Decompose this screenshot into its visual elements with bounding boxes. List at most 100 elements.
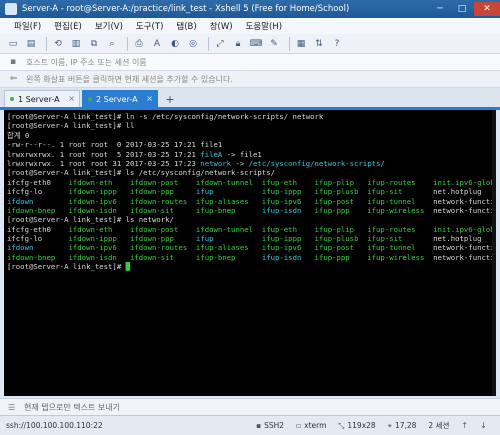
terminal-type-label: xterm <box>304 421 327 430</box>
terminal-text: ifup-isdn <box>261 252 302 262</box>
scroll-up-arrow-icon[interactable]: ↑ <box>455 421 474 430</box>
terminal-text: ifcfg-lo <box>7 187 69 197</box>
terminal-text: fileA <box>200 149 223 159</box>
close-button[interactable]: ✕ <box>474 2 500 16</box>
help-icon[interactable]: ? <box>330 37 344 51</box>
terminal-line: [root@Server-A link_test]# ln -s /etc/sy… <box>7 112 493 121</box>
menu-tab[interactable]: 탭(B) <box>176 20 196 32</box>
xshell-app-icon <box>5 3 17 15</box>
fullscreen-icon[interactable]: ⤢ <box>213 37 227 51</box>
protocol-label: SSH2 <box>264 421 285 430</box>
new-session-icon[interactable]: ▭ <box>6 37 20 51</box>
terminal-line: ifcfg-eth0 ifdown-eth ifdown-post ifdown… <box>7 177 496 187</box>
menu-file[interactable]: 파일(F) <box>14 20 41 32</box>
keyboard-icon[interactable]: ⌨ <box>249 37 263 51</box>
terminal-text: ifdown-ippp ifdown-ppp <box>68 187 196 197</box>
terminal-line: ifcfg-lo ifdown-ippp ifdown-ppp ifup ifu… <box>7 187 493 196</box>
terminal-line: ifdown-bnep ifdown-isdn ifdown-sit ifup-… <box>7 205 496 215</box>
globe-icon[interactable]: ◎ <box>186 37 200 51</box>
terminal-text: ifdown-ipv6 ifdown-routes ifup-aliases i… <box>33 243 434 253</box>
address-bar[interactable]: ▪ 호스트 이름, IP 주소 또는 세션 이름 <box>0 54 500 71</box>
session-hint-text: 왼쪽 화살표 버튼을 클릭하면 현재 세션을 추가할 수 있습니다. <box>26 74 233 84</box>
terminal-text: network-functions-ipv6 <box>433 205 496 215</box>
menu-window[interactable]: 창(W) <box>210 20 233 32</box>
tab-close-icon[interactable]: × <box>68 94 75 103</box>
terminal-text: /etc/sysconfig/network-scripts/ <box>248 158 385 168</box>
toolbar-divider <box>289 36 290 51</box>
menu-edit[interactable]: 편집(E) <box>54 20 82 32</box>
copy-icon[interactable]: ⧉ <box>87 37 101 51</box>
terminal-text: ifcfg-eth0 <box>7 177 69 187</box>
terminal-line: -rw-r--r--. 1 root root 0 2017-03-25 17:… <box>7 140 493 149</box>
tab-session-2[interactable]: 2 Server-A × <box>82 90 158 107</box>
terminal-text: ifup-ppp ifup-wireless <box>301 205 434 215</box>
terminal-scrollbar[interactable] <box>492 110 496 396</box>
terminal-text: ifdown-eth ifdown-post ifdown-tunnel ifu… <box>68 177 496 187</box>
tab-close-icon[interactable]: × <box>146 94 153 103</box>
maximize-button[interactable]: □ <box>452 2 472 16</box>
terminal-line: ifdown-bnep ifdown-isdn ifdown-sit ifup-… <box>7 252 496 262</box>
cursor-icon: ⌖ <box>387 420 392 430</box>
terminal-text: [root@Server-A link_test]# ln -s /etc/sy… <box>7 112 324 121</box>
find-icon[interactable]: ⌕ <box>105 37 119 51</box>
send-text-icon: ☰ <box>8 402 16 412</box>
terminal-line: lrwxrwxrwx. 1 root root 5 2017-03-25 17:… <box>7 150 493 159</box>
terminal-line: [root@Server-A link_test]# ls /etc/sysco… <box>7 168 493 177</box>
font-icon[interactable]: A <box>150 37 164 51</box>
minimize-button[interactable]: ─ <box>430 2 450 16</box>
toolbar-divider <box>127 36 128 51</box>
cursor-position-label: 17,28 <box>394 421 417 430</box>
open-folder-icon[interactable]: ▤ <box>24 37 38 51</box>
properties-icon[interactable]: ▥ <box>69 37 83 51</box>
print-icon[interactable]: ⎙ <box>132 37 146 51</box>
menu-bar: 파일(F) 편집(E) 보기(V) 도구(T) 탭(B) 창(W) 도움말(H) <box>0 18 500 34</box>
compose-icon[interactable]: ✎ <box>267 37 281 51</box>
terminal-line: [root@Server-A link_test]# █ <box>7 262 493 271</box>
toolbar: ▭ ▤ ⟲ ▥ ⧉ ⌕ ⎙ A ◐ ◎ ⤢ 🔒︎ ⌨ ✎ ▦ ⇅ ? <box>0 34 500 54</box>
terminal-text: ifdown <box>7 196 34 206</box>
toolbar-divider <box>208 36 209 51</box>
terminal-text: lrwxrwxrwx. 1 root root 5 2017-03-25 17:… <box>7 149 201 159</box>
menu-view[interactable]: 보기(V) <box>95 20 123 32</box>
scroll-down-arrow-icon[interactable]: ↓ <box>474 421 493 430</box>
terminal-text: ifdown-bnep ifdown-isdn ifdown-sit ifup-… <box>7 252 262 262</box>
terminal-text: -rw-r--r--. 1 root root 0 2017-03-25 17:… <box>7 140 223 150</box>
terminal-text: ifup-ippp ifup-plusb ifup-sit <box>213 234 434 244</box>
terminal-text: [root@Server-A link_test]# ls network/ <box>7 215 174 225</box>
terminal-text: -> <box>231 158 249 168</box>
terminal-text: ifdown-ipv6 ifdown-routes ifup-aliases i… <box>33 196 434 206</box>
compose-bar[interactable]: ☰ 현재 탭으로만 텍스트 보내기 <box>0 398 500 415</box>
tab-session-1[interactable]: 1 Server-A × <box>4 90 80 107</box>
transfer-icon[interactable]: ⇅ <box>312 37 326 51</box>
terminal-line: ifcfg-lo ifdown-ippp ifdown-ppp ifup ifu… <box>7 234 493 243</box>
menu-help[interactable]: 도움말(H) <box>246 20 282 32</box>
terminal-text: ifdown-ippp ifdown-ppp <box>68 234 196 244</box>
compose-target-text: 현재 탭으로만 텍스트 보내기 <box>24 402 120 412</box>
window-title: Server-A - root@Server-A:/practice/link_… <box>22 4 350 14</box>
reconnect-icon[interactable]: ⟲ <box>51 37 65 51</box>
connected-status-icon <box>88 97 92 101</box>
terminal-text: network-functions <box>433 243 496 253</box>
lock-status-icon: ▪ <box>256 421 262 430</box>
terminal-text: net.hotplug <box>433 234 482 244</box>
terminal-line: 합계 0 <box>7 131 493 140</box>
terminal-text: [root@Server-A link_test]# ll <box>7 121 135 131</box>
resize-icon: ⤡ <box>338 420 345 430</box>
terminal-text: net.hotplug <box>433 187 482 197</box>
menu-tools[interactable]: 도구(T) <box>136 20 163 32</box>
terminal-type-status: ▫ xterm <box>290 421 332 430</box>
terminal-line: lrwxrwxrwx. 1 root root 31 2017-03-25 17… <box>7 159 493 168</box>
layout-icon[interactable]: ▦ <box>294 37 308 51</box>
new-tab-button[interactable]: + <box>163 92 177 106</box>
add-session-arrow-icon[interactable]: ⇐ <box>10 74 20 84</box>
address-input[interactable]: 호스트 이름, IP 주소 또는 세션 이름 <box>26 57 147 68</box>
tab-label: 2 Server-A <box>96 94 138 104</box>
session-hint-bar: ⇐ 왼쪽 화살표 버튼을 클릭하면 현재 세션을 추가할 수 있습니다. <box>0 71 500 88</box>
terminal-line: ifdown ifdown-ipv6 ifdown-routes ifup-al… <box>7 243 496 253</box>
terminal-output[interactable]: [root@Server-A link_test]# ln -s /etc/sy… <box>4 110 496 396</box>
tab-label: 1 Server-A <box>18 94 60 104</box>
lock-icon[interactable]: 🔒︎ <box>231 37 245 51</box>
color-scheme-icon[interactable]: ◐ <box>168 37 182 51</box>
status-bar: ssh://100.100.100.110:22 ▪ SSH2 ▫ xterm ⤡ 1… <box>0 415 500 435</box>
host-icon: ▪ <box>10 57 17 67</box>
